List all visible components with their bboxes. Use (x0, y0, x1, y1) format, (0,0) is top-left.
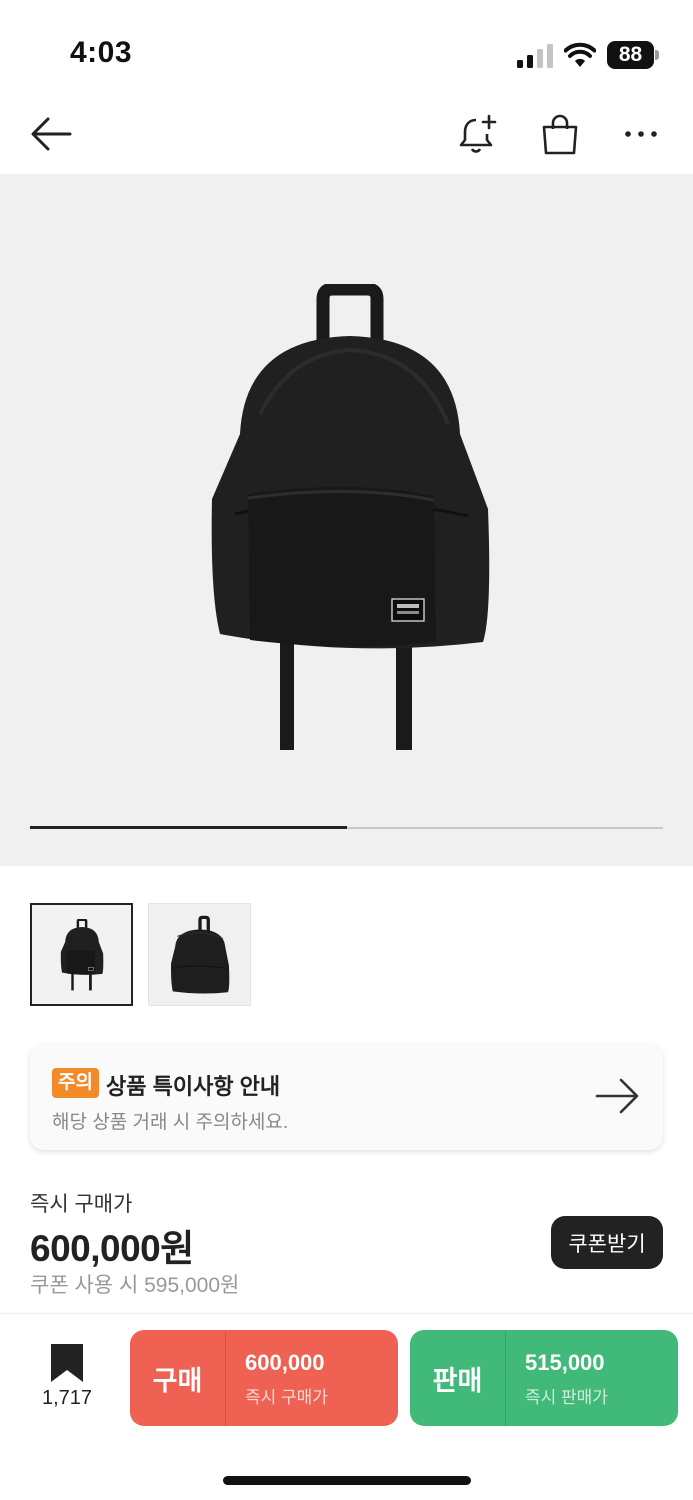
coupon-price-note: 쿠폰 사용 시 595,000원 (30, 1274, 240, 1297)
cellular-signal-icon (517, 44, 553, 68)
back-arrow-icon (31, 117, 72, 151)
buy-button-divider (225, 1330, 226, 1426)
back-button[interactable] (27, 110, 75, 158)
bell-plus-icon (459, 114, 497, 153)
home-indicator[interactable] (223, 1476, 471, 1485)
buy-price-caption: 즉시 구매가 (245, 1388, 328, 1407)
thumbnail-1[interactable] (30, 903, 133, 1006)
product-notice-card[interactable]: 주의 상품 특이사항 안내 해당 상품 거래 시 주의하세요. (30, 1044, 663, 1150)
get-coupon-button[interactable]: 쿠폰받기 (551, 1216, 663, 1269)
status-bar: 4:03 88 (0, 0, 693, 100)
battery-level: 88 (618, 43, 643, 66)
more-dots-icon (625, 131, 657, 137)
bottom-bar-divider (0, 1313, 693, 1314)
price-alert-button[interactable] (454, 110, 502, 158)
nav-header (0, 100, 693, 174)
wifi-icon (564, 42, 596, 67)
arrow-right-icon (595, 1078, 639, 1114)
instant-buy-price: 600,000원 (30, 1228, 194, 1269)
sell-label: 판매 (432, 1365, 483, 1396)
thumbnail-2[interactable] (148, 903, 251, 1006)
shopping-bag-button[interactable] (536, 110, 584, 158)
wishlist-button[interactable]: 1,717 (38, 1343, 96, 1413)
instant-buy-price-label: 즉시 구매가 (30, 1193, 133, 1216)
bookmark-icon (51, 1344, 83, 1382)
sell-price: 515,000 (525, 1350, 605, 1375)
sell-button-divider (505, 1330, 506, 1426)
more-options-button[interactable] (617, 110, 665, 158)
thumbnail-backpack-angle (170, 915, 229, 993)
gallery-progress-fill (30, 826, 347, 829)
buy-button[interactable]: 구매 600,000 즉시 구매가 (130, 1330, 398, 1426)
product-detail-page: 4:03 88 주의 상품 특이사항 안내 해당 상품 거래 시 주의하세요. … (0, 0, 693, 1500)
gallery-progress-track (30, 826, 663, 829)
shopping-bag-icon (542, 114, 578, 155)
notice-title: 상품 특이사항 안내 (106, 1074, 281, 1099)
notice-subtitle: 해당 상품 거래 시 주의하세요. (52, 1112, 289, 1133)
product-image-gallery[interactable] (0, 174, 693, 866)
thumbnail-backpack-front (60, 918, 103, 990)
wishlist-count: 1,717 (41, 1387, 93, 1409)
buy-label: 구매 (152, 1365, 203, 1396)
sell-price-caption: 즉시 판매가 (525, 1388, 608, 1407)
battery-icon: 88 (607, 41, 659, 69)
sell-button[interactable]: 판매 515,000 즉시 판매가 (410, 1330, 678, 1426)
product-image-backpack (211, 284, 490, 750)
caution-badge: 주의 (52, 1068, 99, 1098)
buy-price: 600,000 (245, 1350, 325, 1375)
status-time: 4:03 (70, 36, 133, 69)
